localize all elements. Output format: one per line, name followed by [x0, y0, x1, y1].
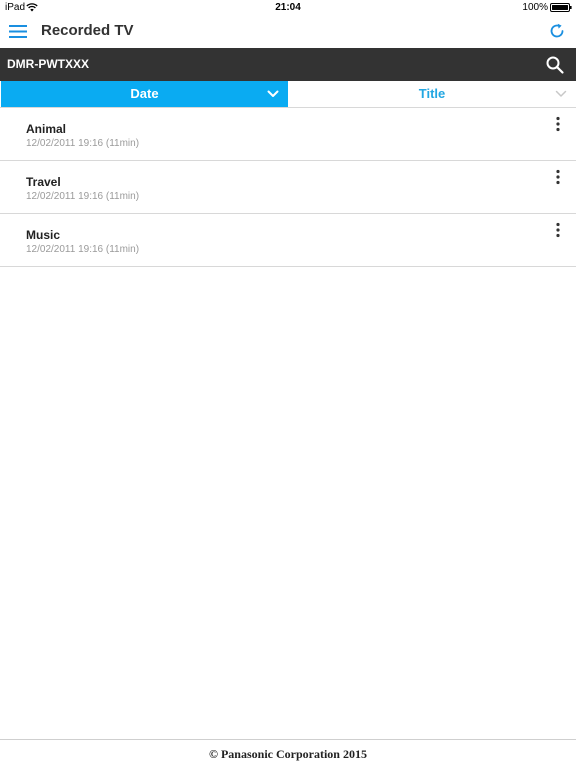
more-options-icon[interactable] [552, 222, 564, 238]
device-bar: DMR-PWTXXX [0, 48, 576, 81]
list-item[interactable]: Travel 12/02/2011 19:16 (11min) [0, 161, 576, 214]
recording-datetime: 12/02/2011 19:16 (11min) [26, 244, 140, 255]
recording-title: Travel [26, 175, 61, 189]
tab-date-label: Date [130, 86, 159, 101]
battery-icon [550, 3, 572, 12]
copyright-footer: © Panasonic Corporation 2015 [0, 739, 576, 768]
recording-list: Animal 12/02/2011 19:16 (11min) Travel 1… [0, 108, 576, 267]
page-title: Recorded TV [41, 22, 134, 39]
battery-percent: 100% [522, 2, 548, 13]
sort-tabs: Date Title [0, 81, 576, 108]
device-name: DMR-PWTXXX [7, 57, 89, 71]
recording-datetime: 12/02/2011 19:16 (11min) [26, 191, 140, 202]
recording-title: Animal [26, 122, 67, 136]
status-time: 21:04 [275, 2, 301, 13]
more-options-icon[interactable] [552, 116, 564, 132]
recording-title: Music [26, 228, 61, 242]
nav-bar: Recorded TV [0, 15, 576, 48]
chevron-down-icon [555, 90, 567, 97]
tab-date[interactable]: Date [1, 81, 288, 107]
tab-title[interactable]: Title [288, 81, 576, 107]
more-options-icon[interactable] [552, 169, 564, 185]
hamburger-menu-icon[interactable] [9, 23, 27, 39]
tab-title-label: Title [418, 86, 446, 101]
list-item[interactable]: Animal 12/02/2011 19:16 (11min) [0, 108, 576, 161]
status-bar: iPad 21:04 100% [0, 0, 576, 15]
recording-datetime: 12/02/2011 19:16 (11min) [26, 138, 140, 149]
search-icon[interactable] [545, 55, 565, 75]
chevron-down-icon [267, 90, 279, 97]
refresh-icon[interactable] [548, 22, 566, 40]
screen: iPad 21:04 100% Recorded TV DMR-PWTXXX D… [0, 0, 576, 768]
list-item[interactable]: Music 12/02/2011 19:16 (11min) [0, 214, 576, 267]
